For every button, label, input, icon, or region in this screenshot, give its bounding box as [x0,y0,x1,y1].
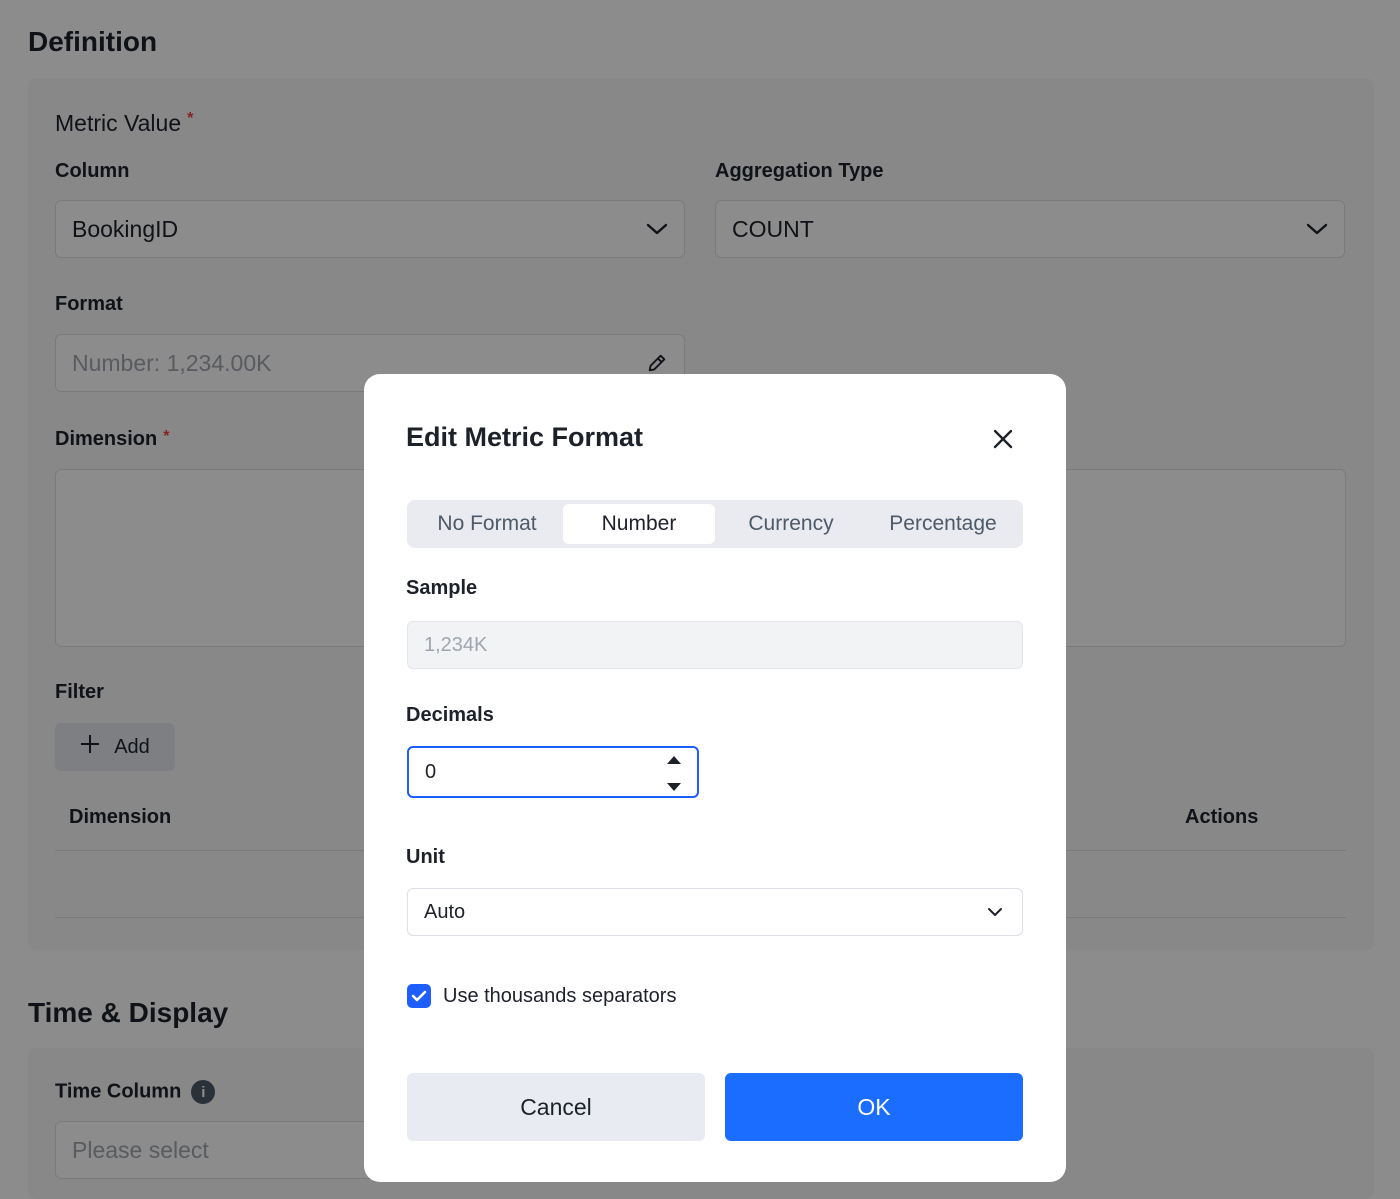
stepper-arrows [667,747,681,797]
decimals-label: Decimals [406,704,494,726]
close-icon[interactable] [990,426,1016,452]
cancel-button[interactable]: Cancel [407,1073,705,1141]
tab-currency[interactable]: Currency [715,504,867,544]
unit-value: Auto [424,900,466,923]
tab-percentage[interactable]: Percentage [867,504,1019,544]
unit-select[interactable]: Auto [407,888,1023,936]
decimals-stepper[interactable]: 0 [407,746,699,798]
unit-label: Unit [406,846,445,868]
format-type-tabs: No Format Number Currency Percentage [407,500,1023,548]
thousands-separator-row[interactable]: Use thousands separators [407,984,676,1008]
caret-up-icon[interactable] [667,747,681,770]
tab-no-format[interactable]: No Format [411,504,563,544]
chevron-down-icon [984,901,1006,923]
ok-button[interactable]: OK [725,1073,1023,1141]
tab-number[interactable]: Number [563,504,715,544]
sample-label: Sample [406,577,478,599]
sample-value: 1,234K [424,633,488,656]
thousands-checkbox[interactable] [407,984,431,1008]
sample-field: 1,234K [407,621,1023,669]
caret-down-icon[interactable] [667,774,681,797]
thousands-label: Use thousands separators [443,984,677,1007]
edit-metric-format-modal: Edit Metric Format No Format Number Curr… [364,374,1066,1182]
modal-title: Edit Metric Format [406,422,644,452]
decimals-value: 0 [425,760,437,783]
